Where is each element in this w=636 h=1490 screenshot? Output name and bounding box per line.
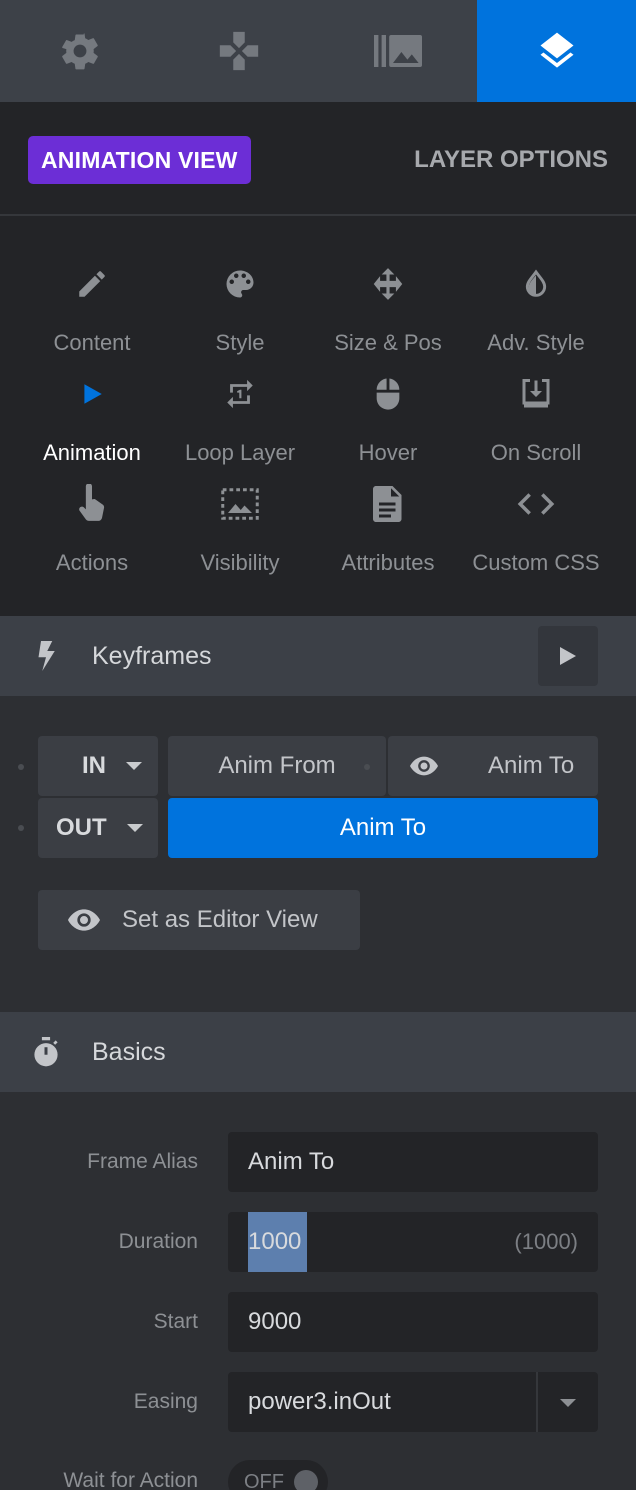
wait-for-action-toggle[interactable]: OFF [228,1460,328,1490]
in-keyframe-select[interactable]: IN [38,736,158,796]
lightning-icon [38,641,55,671]
mode-bar: ANIMATION VIEW LAYER OPTIONS [0,102,636,216]
option-label: Actions [55,550,129,575]
code-icon [517,493,555,515]
out-keyframe-select[interactable]: OUT [38,798,158,858]
move-arrows-icon [373,268,403,300]
tab-settings[interactable] [0,0,159,102]
easing-select[interactable]: power3.inOut [228,1372,598,1432]
chevron-down-icon [560,1399,576,1407]
anim-from-button[interactable]: Anim From [168,736,386,796]
duration-label: Duration [118,1230,198,1253]
layer-options-button[interactable]: LAYER OPTIONS [414,136,608,184]
option-adv-style[interactable]: Adv. Style [462,234,610,355]
hand-pointer-icon [79,484,105,521]
in-label: IN [82,752,106,779]
option-size-pos[interactable]: Size & Pos [314,234,462,355]
option-actions[interactable]: Actions [18,454,166,575]
option-custom-css[interactable]: Custom CSS [462,454,610,575]
play-icon [560,647,576,665]
easing-label: Easing [133,1390,198,1413]
anim-to-in-label: Anim To [488,752,575,779]
tab-controls[interactable] [159,0,318,102]
gear-icon [61,33,98,70]
gamepad-icon [219,31,258,71]
tab-layers[interactable] [477,0,636,102]
drop-icon [525,269,547,297]
stopwatch-icon [34,1037,58,1067]
set-editor-view-label: Set as Editor View [122,906,318,933]
media-library-icon [373,35,422,67]
eye-icon [410,756,438,776]
palette-icon [226,270,254,298]
document-icon [373,486,402,522]
loop-icon [227,379,253,409]
play-icon [84,384,102,404]
toggle-knob [294,1470,318,1490]
eye-icon [68,909,100,931]
timeline-dot [18,825,24,831]
option-content[interactable]: Content [18,234,166,355]
option-label: Custom CSS [472,550,600,575]
frame-alias-value: Anim To [248,1148,335,1175]
toggle-state-label: OFF [244,1471,284,1490]
basics-title: Basics [92,1038,166,1066]
keyframes-header[interactable]: Keyframes [0,616,636,696]
frame-alias-label: Frame Alias [87,1150,198,1173]
mouse-icon [376,378,400,410]
anim-to-in-button[interactable]: Anim To [388,736,598,796]
set-editor-view-button[interactable]: Set as Editor View [38,890,360,950]
option-attributes[interactable]: Attributes [314,454,462,575]
frame-alias-input[interactable]: Anim To [228,1132,598,1192]
pencil-icon [79,271,105,297]
option-style[interactable]: Style [166,234,314,355]
option-visibility[interactable]: Visibility [166,454,314,575]
duration-input[interactable]: 1000 (1000) [228,1212,598,1272]
chevron-down-icon [126,824,143,832]
top-tab-bar [0,0,636,102]
anim-to-out-label: Anim To [339,814,427,841]
keyframes-title: Keyframes [92,642,212,670]
anim-to-out-button[interactable]: Anim To [168,798,598,858]
scroll-download-icon [522,379,550,408]
layers-icon [540,32,573,68]
start-label: Start [153,1310,198,1333]
play-animation-button[interactable] [538,626,598,686]
easing-value: power3.inOut [248,1388,391,1415]
tab-media[interactable] [318,0,477,102]
anim-from-label: Anim From [218,752,336,779]
option-on-scroll[interactable]: On Scroll [462,344,610,465]
start-value: 9000 [248,1308,302,1335]
out-label: OUT [56,814,107,841]
layer-option-grid: Content Style Size & Pos Adv. Style Anim… [0,216,636,616]
option-loop-layer[interactable]: Loop Layer [166,344,314,465]
option-label: Attributes [341,550,435,575]
visibility-image-icon [221,488,259,520]
duration-value: 1000 [248,1228,302,1255]
timeline-dot [18,764,24,770]
select-divider [536,1372,538,1432]
basics-header[interactable]: Basics [0,1012,636,1092]
option-hover[interactable]: Hover [314,344,462,465]
start-input[interactable]: 9000 [228,1292,598,1352]
option-label: Visibility [200,550,280,575]
chevron-down-icon [126,762,142,770]
wait-for-action-label: Wait for Action [63,1469,198,1490]
animation-view-button[interactable]: ANIMATION VIEW [28,136,251,184]
timeline-dot [364,764,370,770]
option-animation[interactable]: Animation [18,344,166,465]
duration-default-hint: (1000) [514,1229,578,1254]
